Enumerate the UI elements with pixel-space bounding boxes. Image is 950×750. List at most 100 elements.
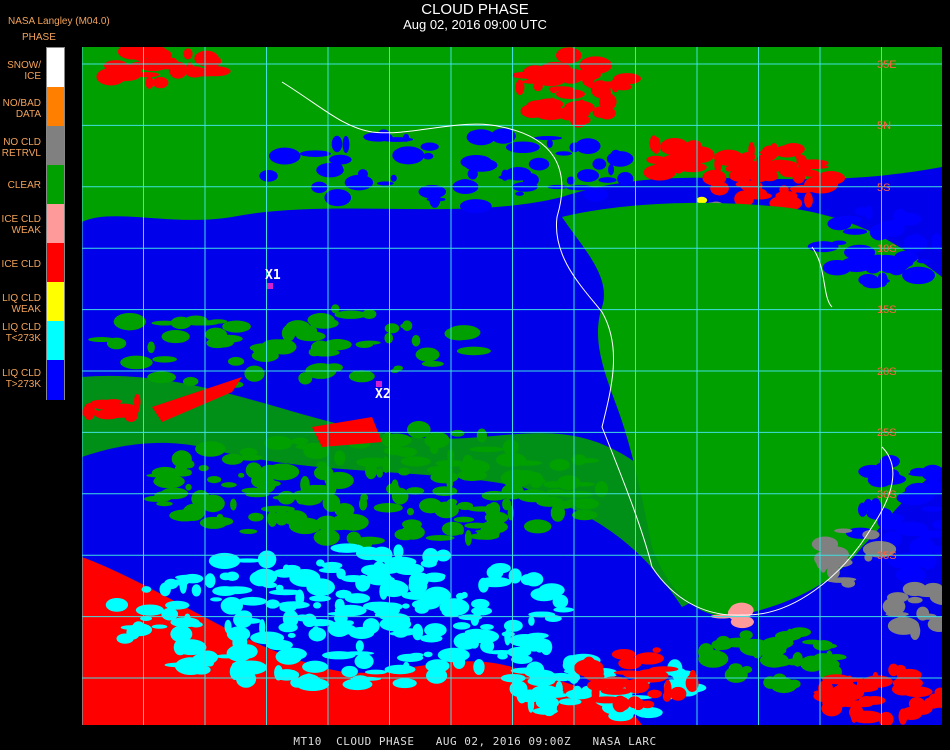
- liquid-cold-cloud-south: [224, 619, 232, 634]
- liquid-cold-cloud-south: [236, 644, 258, 659]
- latitude-label-4: 15S: [877, 304, 897, 316]
- clear-sky-patches: [213, 141, 244, 155]
- liquid-cold-cloud-south: [408, 572, 426, 589]
- ice-cloud-se: [669, 686, 687, 701]
- legend-label-8: LIQ CLD T>273K: [2, 368, 41, 390]
- liquid-cold-cloud-south: [453, 632, 478, 650]
- clear-sky-south-patches: [291, 437, 309, 445]
- clear-sky-patches: [446, 76, 460, 87]
- liquid-cold-cloud-south: [452, 655, 466, 669]
- clear-sky-patches: [386, 82, 416, 96]
- liquid-cold-cloud-south: [355, 640, 364, 652]
- clear-sky-se: [724, 666, 748, 683]
- clear-sky-se: [698, 643, 714, 661]
- weak-liquid-ne: [696, 196, 708, 204]
- liquid-cloud-patches: [533, 136, 563, 141]
- cloud-over-east-africa: [842, 228, 868, 235]
- marker-x1[interactable]: [267, 283, 273, 289]
- weak-ice-cape: [730, 615, 754, 629]
- ice-cloud-nw: [145, 76, 154, 89]
- clear-sky-south-patches: [376, 468, 383, 478]
- clear-sky-south-patches: [221, 482, 237, 488]
- clear-sky-se: [759, 652, 789, 668]
- cloud-phase-imagery: 35E 5N 5S 10S 15S 20S 25S 30S 35S: [82, 47, 942, 725]
- liquid-cold-cloud-south: [105, 598, 129, 612]
- liquid-cold-cloud-south: [191, 584, 202, 597]
- liquid-cold-cloud-south: [204, 573, 216, 589]
- no-retrieval-se: [907, 596, 923, 604]
- clear-sky-patches: [258, 52, 274, 61]
- clear-sky-mid-patches: [411, 335, 421, 347]
- liquid-cloud-patches: [332, 163, 343, 174]
- clear-sky-south-patches: [453, 516, 475, 523]
- clear-sky-patches: [325, 91, 340, 104]
- liquid-cold-cloud-south: [191, 653, 214, 667]
- liquid-cold-cloud-south: [234, 660, 268, 675]
- ice-cloud-north: [511, 71, 541, 79]
- clear-sky-south-patches: [156, 501, 173, 507]
- clear-sky-mid-patches: [421, 360, 444, 367]
- clear-sky-south-patches: [207, 475, 222, 484]
- liquid-cold-cloud-south: [439, 598, 470, 617]
- liquid-cold-cloud-south: [368, 548, 382, 561]
- liquid-cold-cloud-south: [249, 570, 273, 587]
- liquid-cold-cloud-south: [283, 564, 301, 573]
- clear-sky-patches: [452, 98, 487, 103]
- clear-sky-patches: [393, 100, 405, 105]
- liquid-cold-cloud-south: [266, 639, 293, 651]
- clear-sky-south-patches: [502, 439, 519, 455]
- clear-sky-patches: [355, 93, 384, 102]
- clear-sky-south-patches: [230, 498, 237, 511]
- ice-cloud-far-se: [862, 675, 893, 688]
- legend-swatch-0: [47, 48, 64, 88]
- liquid-cold-cloud-south: [425, 659, 450, 673]
- liquid-cold-cloud-south: [396, 653, 424, 662]
- liquid-cold-cloud-south: [528, 616, 535, 626]
- clear-sky-south-patches: [400, 456, 431, 467]
- ice-cloud-se: [663, 679, 672, 698]
- liquid-cold-cloud-south: [278, 601, 310, 609]
- cloud-over-east-africa: [881, 221, 905, 237]
- clear-sky-south-patches: [151, 466, 179, 480]
- liquid-cold-cloud-south: [302, 613, 317, 628]
- liquid-cold-cloud-se: [558, 698, 582, 706]
- clear-sky-south-patches: [169, 509, 201, 522]
- ice-cloud-north: [598, 107, 616, 120]
- clear-sky-patches: [158, 129, 166, 138]
- clear-sky-south-patches: [296, 496, 307, 505]
- cloud-over-south-africa: [908, 471, 939, 477]
- legend-label-0: SNOW/ ICE: [7, 60, 41, 82]
- ice-cloud-nw: [183, 48, 193, 60]
- footer-caption: MT10 CLOUD PHASE AUG 02, 2016 09:00Z NAS…: [293, 735, 657, 748]
- liquid-cold-cloud-south: [478, 577, 489, 593]
- clear-sky-south-patches: [381, 433, 412, 448]
- liquid-cold-cloud-south: [490, 562, 511, 574]
- no-retrieval-sa: [820, 560, 827, 573]
- satellite-map[interactable]: 35E 5N 5S 10S 15S 20S 25S 30S 35S X1 X2: [82, 47, 942, 725]
- clear-sky-patches: [446, 112, 459, 117]
- liquid-cloud-patches: [357, 169, 368, 179]
- liquid-cloud-patches: [513, 167, 521, 180]
- no-retrieval-sa: [811, 536, 839, 552]
- no-retrieval-se: [902, 581, 927, 597]
- clear-sky-patches: [444, 118, 468, 129]
- liquid-cold-cloud-south: [411, 599, 440, 610]
- ice-cloud-far-se: [888, 663, 899, 677]
- clear-sky-south-patches: [238, 472, 245, 478]
- cloud-over-south-africa: [857, 502, 868, 517]
- clear-sky-mid-patches: [184, 315, 208, 326]
- liquid-cloud-patches: [329, 154, 352, 165]
- clear-sky-mid-patches: [123, 357, 140, 367]
- liquid-cloud-patches: [429, 190, 441, 208]
- clear-sky-south-patches: [572, 482, 595, 487]
- liquid-cold-cloud-south: [151, 624, 168, 629]
- clear-sky-mid-patches: [334, 310, 367, 319]
- weak-ice-cape: [729, 602, 754, 618]
- clear-sky-south-patches: [571, 509, 598, 521]
- ice-cloud-nw: [101, 68, 126, 77]
- liquid-cold-cloud-south: [373, 550, 381, 555]
- ice-cloud-far-se: [856, 677, 865, 693]
- clear-sky-mid-patches: [222, 320, 251, 333]
- clear-sky-south-patches: [398, 467, 411, 476]
- liquid-cold-cloud-south: [383, 556, 417, 568]
